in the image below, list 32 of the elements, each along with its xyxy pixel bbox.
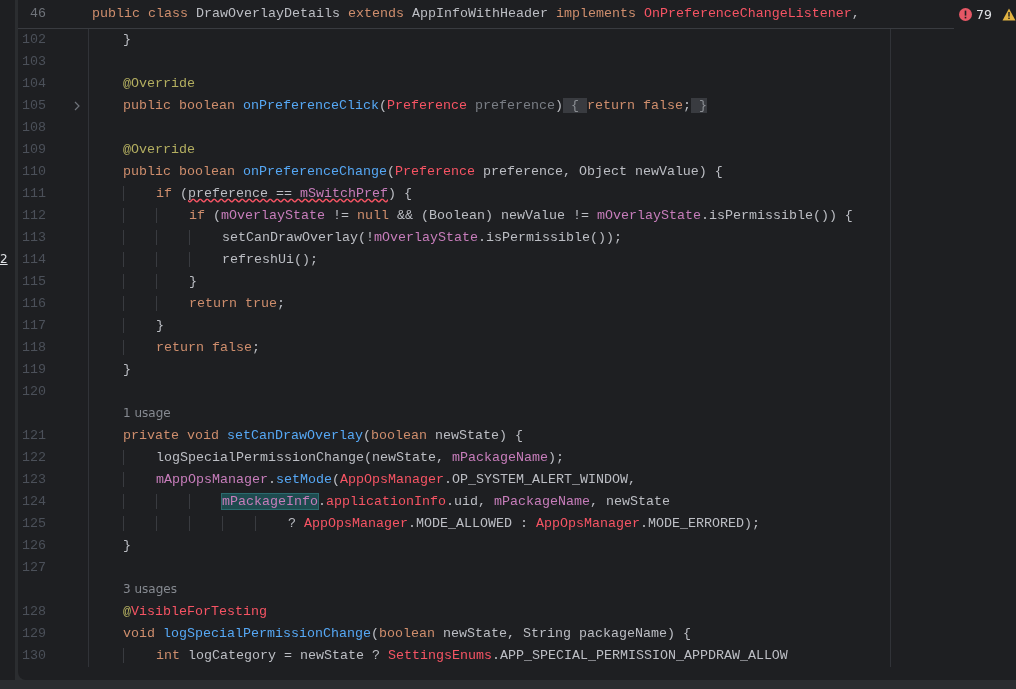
error-icon <box>959 8 973 21</box>
code-line: } <box>91 274 197 289</box>
code-line: if (preference == mSwitchPref) { <box>91 186 412 201</box>
code-line: @Override <box>122 142 195 157</box>
code-line: ? AppOpsManager.MODE_ALLOWED : AppOpsManager.MODE_ERRORED); <box>91 516 760 531</box>
code-line: setCanDrawOverlay(!mOverlayState.isPermissible()); <box>91 230 622 245</box>
code-line: } <box>91 318 164 333</box>
code-line: private void setCanDrawOverlay(boolean newState) { <box>122 428 523 443</box>
code-line: if (mOverlayState != null && (Boolean) newValue != mOverlayState.isPermissible()) { <box>91 208 853 223</box>
sticky-code-line[interactable]: public class DrawOverlayDetails extends AppInfoWithHeader implements OnPreferenceChangeListener, <box>48 0 860 28</box>
code-line: } <box>122 32 131 47</box>
line-number: 46 <box>29 5 47 23</box>
code-line: @Override <box>122 76 195 91</box>
error-count: 79 <box>976 7 992 22</box>
code-line: mAppOpsManager.setMode(AppOpsManager.OP_SYSTEM_ALERT_WINDOW, <box>91 472 636 487</box>
code-line: mPackageInfo.applicationInfo.uid, mPackageName, newState <box>91 494 670 509</box>
tab-number: 2 <box>0 252 8 266</box>
fold-chevron-icon[interactable] <box>74 101 80 111</box>
usages-hint[interactable]: 3 usages <box>123 582 177 596</box>
usages-hint[interactable]: 1 usage <box>123 406 171 420</box>
code-line: public boolean onPreferenceClick(Preference preference) { return false; } <box>122 98 707 113</box>
code-line: logSpecialPermissionChange(newState, mPackageName); <box>91 450 564 465</box>
code-line: return false; <box>91 340 260 355</box>
code-line: refreshUi(); <box>91 252 318 267</box>
code-line: void logSpecialPermissionChange(boolean newState, String packageName) { <box>122 626 691 641</box>
code-line: } <box>122 362 131 377</box>
code-line: @VisibleForTesting <box>122 604 267 619</box>
problems-widget[interactable]: 79 <box>954 0 1016 29</box>
code-line: } <box>122 538 131 553</box>
code-line: public boolean onPreferenceChange(Preference preference, Object newValue) { <box>122 164 723 179</box>
code-line: int logCategory = newState ? SettingsEnums.APP_SPECIAL_PERMISSION_APPDRAW_ALLOW <box>91 648 788 663</box>
code-line: return true; <box>91 296 285 311</box>
